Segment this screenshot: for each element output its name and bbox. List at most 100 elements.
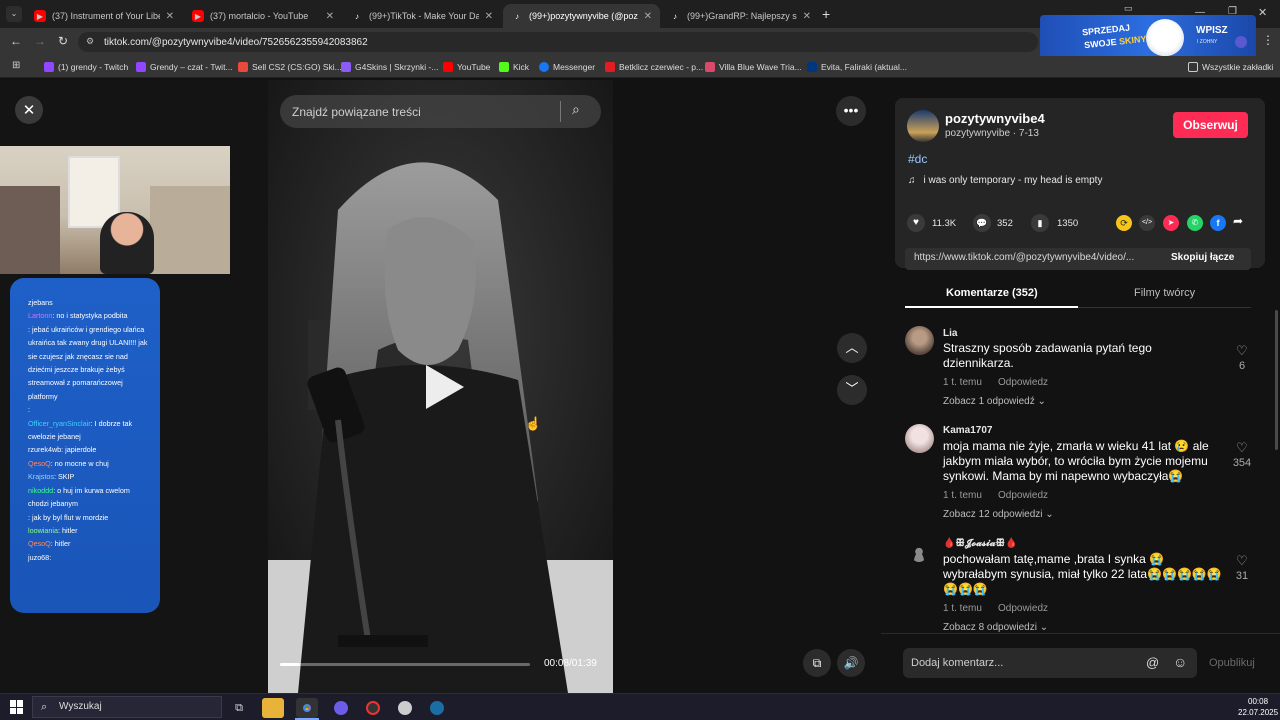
bookmark-item[interactable]: Sell CS2 (CS:GO) Ski...	[238, 60, 342, 74]
comment-username[interactable]: Lia	[943, 328, 957, 339]
play-button[interactable]	[426, 365, 464, 409]
close-tab-icon[interactable]: ✕	[326, 11, 334, 22]
clock-date[interactable]: 22.07.2025	[1238, 708, 1278, 717]
app-icon[interactable]	[330, 698, 352, 718]
browser-tab[interactable]: ♪(99+)GrandRP: Najlepszy serwe✕	[661, 4, 819, 28]
bookmark-item[interactable]: G4Skins | Skrzynki -...	[341, 60, 438, 74]
booking-icon	[807, 62, 817, 72]
forward-icon[interactable]: →	[34, 34, 46, 48]
follow-button[interactable]: Obserwuj	[1173, 112, 1248, 138]
clock-time[interactable]: 00:08	[1248, 697, 1268, 706]
comment-avatar[interactable]	[909, 544, 929, 564]
ad-banner[interactable]: SPRZEDAJ SWOJE SKINY WPISZ I ZOHNY	[1040, 15, 1256, 59]
search-icon[interactable]: ⌕	[572, 101, 580, 118]
taskbar-search[interactable]: ⌕ Wyszukaj	[32, 696, 222, 718]
video-link[interactable]: https://www.tiktok.com/@pozytywnyvibe4/v…	[914, 252, 1159, 263]
share-icon[interactable]: ➦	[1233, 214, 1243, 228]
chat-username: Lartonn	[28, 311, 53, 321]
send-icon[interactable]: ➤	[1163, 215, 1179, 231]
file-explorer-icon[interactable]	[262, 698, 284, 718]
facebook-icon[interactable]: f	[1210, 215, 1226, 231]
facebook-icon	[539, 62, 549, 72]
video-player[interactable]: Znajdź powiązane treści ⌕ 00:08/01:39	[268, 80, 613, 693]
save-button[interactable]: ▮	[1031, 214, 1049, 232]
copy-link-button[interactable]: Skopiuj łącze	[1171, 252, 1234, 263]
all-bookmarks[interactable]: Wszystkie zakładki	[1188, 60, 1273, 74]
close-window-icon[interactable]: ✕	[1258, 6, 1267, 19]
previous-video-button[interactable]: ︿	[837, 333, 867, 363]
view-replies[interactable]: Zobacz 12 odpowiedzi ⌄	[943, 509, 1054, 520]
more-options-button[interactable]: •••	[836, 96, 866, 126]
comment-avatar[interactable]	[905, 424, 934, 453]
browser-tab-active[interactable]: ♪ (99+)pozytywnyvibe (@poz ✕	[503, 4, 660, 28]
next-video-button[interactable]: ﹀	[837, 375, 867, 405]
creator-name[interactable]: pozytywnyvibe4	[945, 111, 1045, 126]
close-tab-icon[interactable]: ✕	[803, 11, 811, 22]
tab-search-button[interactable]: ⌄	[6, 6, 22, 22]
progress-fill	[280, 663, 300, 666]
bookmark-item[interactable]: Evita, Faliraki (aktual...	[807, 60, 907, 74]
volume-button[interactable]: 🔊	[837, 649, 865, 677]
comment-like-icon[interactable]: ♡	[1236, 553, 1248, 569]
windows-start-icon[interactable]	[10, 700, 24, 714]
chrome-icon[interactable]	[296, 698, 318, 718]
app-icon[interactable]	[394, 698, 416, 718]
reload-icon[interactable]: ↻	[58, 34, 68, 48]
search-bar[interactable]: Znajdź powiązane treści ⌕	[280, 95, 601, 128]
bookmark-item[interactable]: Betklicz czerwiec - p...	[605, 60, 703, 74]
mini-player-button[interactable]: ⧉	[803, 649, 831, 677]
close-tab-icon[interactable]: ✕	[166, 11, 174, 22]
comment-like-icon[interactable]: ♡	[1236, 343, 1248, 359]
cast-icon[interactable]: ▭	[1124, 3, 1133, 14]
app-icon[interactable]	[362, 698, 384, 718]
browser-tab[interactable]: ▶(37) Instrument of Your Liberati✕	[26, 4, 182, 28]
bookmark-item[interactable]: YouTube	[443, 60, 490, 74]
emoji-icon[interactable]: ☺	[1173, 654, 1187, 670]
publish-button[interactable]: Opublikuj	[1209, 657, 1255, 669]
chat-message: : jak by byl flut w mordzie	[28, 511, 150, 524]
comment-avatar[interactable]	[905, 326, 934, 355]
view-replies[interactable]: Zobacz 1 odpowiedź ⌄	[943, 396, 1046, 407]
bookmark-item[interactable]: Kick	[499, 60, 529, 74]
like-button[interactable]: ♥	[907, 214, 925, 232]
url-field[interactable]: ⚙ tiktok.com/@pozytywnyvibe4/video/752656…	[78, 32, 1038, 52]
music-row[interactable]: ♫ i was only temporary - my head is empty	[908, 175, 1102, 186]
site-info-icon[interactable]: ⚙	[86, 36, 94, 47]
comment-like-icon[interactable]: ♡	[1236, 440, 1248, 456]
browser-tab[interactable]: ♪ (99+)TikTok - Make Your Day ✕	[343, 4, 501, 28]
comment-icon: 💬	[976, 218, 988, 228]
comment-button[interactable]: 💬	[973, 214, 991, 232]
comment-username[interactable]: 🩸ꕥ𝓙𝓸𝓪𝓼𝓲𝓪ꕥ🩸	[943, 538, 1017, 549]
comment-username[interactable]: Kama1707	[943, 425, 992, 436]
close-tab-icon[interactable]: ✕	[644, 11, 652, 22]
profile-avatar-icon[interactable]	[1235, 36, 1247, 48]
menu-icon[interactable]: ⋮	[1262, 33, 1274, 47]
creator-avatar[interactable]	[907, 110, 939, 142]
task-view-icon[interactable]: ⧉	[228, 698, 250, 718]
view-replies[interactable]: Zobacz 8 odpowiedzi ⌄	[943, 622, 1048, 633]
tab-comments[interactable]: Komentarze (352)	[946, 287, 1038, 299]
browser-tab[interactable]: ▶ (37) mortalcio - YouTube ✕	[184, 4, 342, 28]
new-tab-button[interactable]: +	[822, 6, 830, 22]
bookmark-item[interactable]: Messenger	[539, 60, 595, 74]
close-video-button[interactable]: ✕	[15, 96, 43, 124]
back-icon[interactable]: ←	[10, 34, 22, 48]
hashtag-link[interactable]: #dc	[908, 152, 927, 166]
save-count: 1350	[1057, 218, 1079, 229]
apps-icon[interactable]: ⊞	[12, 60, 20, 71]
mention-icon[interactable]: @	[1146, 655, 1159, 670]
reply-button[interactable]: Odpowiedz	[998, 603, 1048, 614]
close-tab-icon[interactable]: ✕	[485, 11, 493, 22]
reply-button[interactable]: Odpowiedz	[998, 490, 1048, 501]
tab-creator-videos[interactable]: Filmy twórcy	[1134, 287, 1195, 299]
scrollbar[interactable]	[1275, 310, 1278, 450]
whatsapp-icon[interactable]: ✆	[1187, 215, 1203, 231]
embed-icon[interactable]: </>	[1139, 215, 1155, 231]
steam-icon[interactable]	[426, 698, 448, 718]
repost-icon[interactable]: ⟳	[1116, 215, 1132, 231]
bookmark-item[interactable]: Grendy – czat - Twit...	[136, 60, 233, 74]
reply-button[interactable]: Odpowiedz	[998, 377, 1048, 388]
bookmark-item[interactable]: (1) grendy - Twitch	[44, 60, 128, 74]
progress-track[interactable]	[280, 663, 530, 666]
bookmark-item[interactable]: Villa Blue Wave Tria...	[705, 60, 802, 74]
